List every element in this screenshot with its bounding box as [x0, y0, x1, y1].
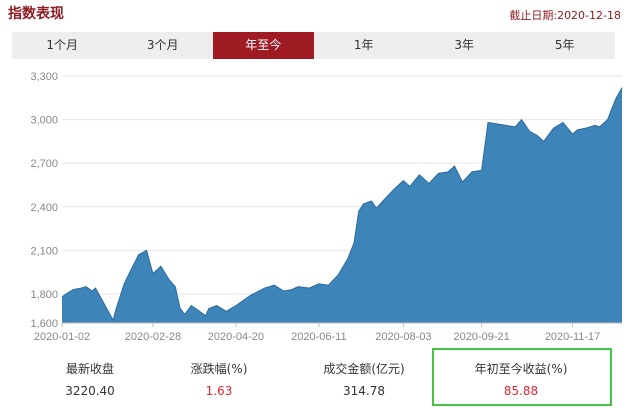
- stat-value: 1.63: [205, 384, 233, 398]
- header: 指数表现 截止日期:2020-12-18: [0, 0, 627, 28]
- index-chart: 3,3003,0002,7002,4002,1001,8001,6002020-…: [30, 71, 623, 343]
- tab-ytd[interactable]: 年至今: [213, 32, 314, 59]
- stat-label: 涨跌幅(%): [190, 362, 248, 376]
- stat-value: 3220.40: [65, 384, 115, 398]
- stat-label: 年初至今收益(%): [474, 362, 568, 376]
- stat-label: 最新收盘: [65, 362, 114, 376]
- y-tick-label: 2,700: [30, 158, 58, 170]
- y-tick-label: 3,300: [30, 71, 58, 83]
- tab-3-years[interactable]: 3年: [414, 32, 515, 59]
- y-tick-label: 3,000: [30, 115, 58, 127]
- area-fill: [62, 87, 622, 323]
- x-tick-label: 2020-06-11: [291, 331, 346, 343]
- x-tick-label: 2020-11-17: [545, 331, 600, 343]
- stats-row: 最新收盘 3220.40 涨跌幅(%) 1.63 成交金额(亿元) 314.78…: [0, 360, 627, 408]
- tab-3-months[interactable]: 3个月: [113, 32, 214, 59]
- y-tick-label: 1,800: [30, 289, 58, 301]
- tab-1-year[interactable]: 1年: [314, 32, 415, 59]
- tab-5-years[interactable]: 5年: [515, 32, 616, 59]
- as-of-date: 截止日期:2020-12-18: [509, 9, 621, 22]
- x-tick-label: 2020-02-28: [125, 331, 181, 343]
- page-title: 指数表现: [8, 6, 64, 22]
- stat-change-pct: 涨跌幅(%) 1.63: [144, 360, 294, 398]
- y-tick-label: 2,100: [30, 245, 58, 257]
- x-tick-label: 2020-01-02: [34, 331, 90, 343]
- stat-value: 314.78: [343, 384, 385, 398]
- x-tick-label: 2020-08-03: [375, 331, 431, 343]
- y-tick-label: 2,400: [30, 202, 58, 214]
- tab-1-month[interactable]: 1个月: [12, 32, 113, 59]
- stat-label: 成交金额(亿元): [323, 362, 405, 376]
- stat-ytd-return: 年初至今收益(%) 85.88: [446, 360, 596, 398]
- x-tick-label: 2020-04-20: [208, 331, 264, 343]
- y-tick-label: 1,600: [30, 318, 58, 330]
- period-tabs: 1个月 3个月 年至今 1年 3年 5年: [12, 32, 615, 59]
- stat-turnover: 成交金额(亿元) 314.78: [289, 360, 439, 398]
- stat-latest-close: 最新收盘 3220.40: [15, 360, 165, 398]
- x-tick-label: 2020-09-21: [453, 331, 509, 343]
- stat-value: 85.88: [503, 384, 539, 398]
